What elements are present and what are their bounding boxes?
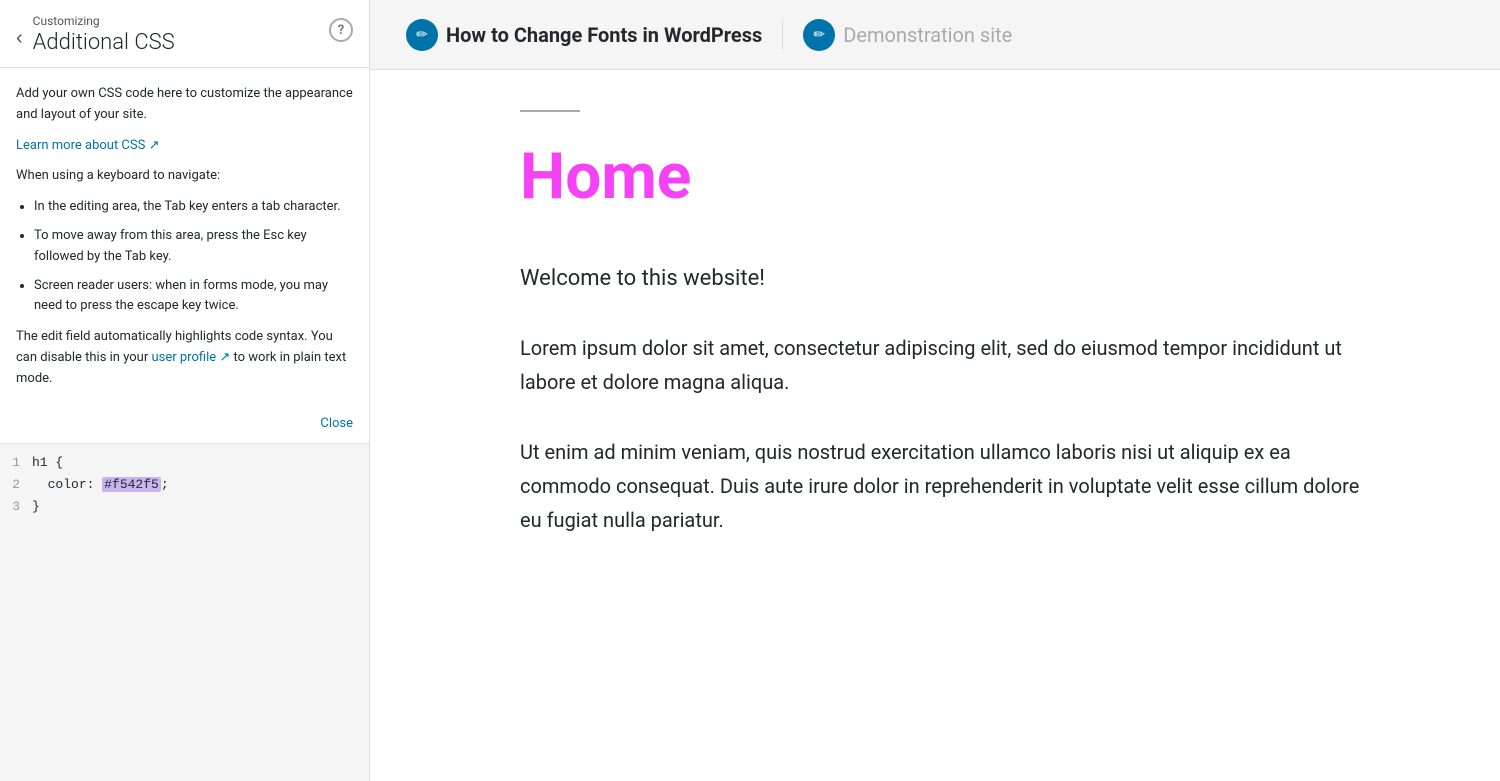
info-text-2: The edit field automatically highlights … [16,327,353,389]
line-number-2: 2 [8,474,20,496]
panel-header: ‹ Customizing Additional CSS ? [0,0,369,68]
panel-info: Add your own CSS code here to customize … [0,68,369,412]
right-panel: ✏ How to Change Fonts in WordPress ✏ Dem… [370,0,1500,781]
user-profile-link[interactable]: user profile ↗ [151,350,233,365]
user-profile-icon: ↗ [219,350,230,365]
edit-icon-1: ✏ [406,19,438,51]
toolbar-separator [782,20,783,50]
keyboard-bullets: In the editing area, the Tab key enters … [34,197,353,317]
code-line-1: h1 { [32,452,361,474]
line-numbers: 1 2 3 [0,452,32,518]
bullet-2: To move away from this area, press the E… [34,226,353,268]
learn-more-icon: ↗ [149,138,160,153]
customizing-label: Customizing [33,14,175,28]
preview-link-1[interactable]: ✏ How to Change Fonts in WordPress [390,11,778,59]
learn-more-paragraph: Learn more about CSS ↗ [16,136,353,157]
close-link[interactable]: Close [0,412,369,443]
preview-link-text-1: How to Change Fonts in WordPress [446,23,762,47]
panel-header-left: ‹ Customizing Additional CSS [16,14,175,55]
preview-link-2[interactable]: ✏ Demonstration site [787,11,1028,59]
preview-toolbar: ✏ How to Change Fonts in WordPress ✏ Dem… [370,0,1500,70]
edit-icon-2: ✏ [803,19,835,51]
code-content: h1 { color: #f542f5; } [32,452,369,518]
left-panel: ‹ Customizing Additional CSS ? Add your … [0,0,370,781]
line-number-1: 1 [8,452,20,474]
divider-line [520,110,580,112]
help-icon[interactable]: ? [329,18,353,42]
learn-more-link[interactable]: Learn more about CSS ↗ [16,138,159,153]
welcome-text: Welcome to this website! [520,262,1440,295]
preview-content: Home Welcome to this website! Lorem ipsu… [370,70,1500,781]
preview-link-text-2: Demonstration site [843,23,1012,47]
keyboard-label: When using a keyboard to navigate: [16,166,353,187]
code-line-3: } [32,496,361,518]
info-text-1: Add your own CSS code here to customize … [16,84,353,126]
panel-title-block: Customizing Additional CSS [33,14,175,55]
body-text-1: Lorem ipsum dolor sit amet, consectetur … [520,331,1380,399]
code-lines: 1 2 3 h1 { color: #f542f5; } [0,444,369,526]
home-heading: Home [520,142,1440,212]
bullet-3: Screen reader users: when in forms mode,… [34,276,353,318]
body-text-2: Ut enim ad minim veniam, quis nostrud ex… [520,435,1380,537]
panel-title: Additional CSS [33,30,175,55]
code-line-2: color: #f542f5; [32,474,361,496]
line-number-3: 3 [8,496,20,518]
bullet-1: In the editing area, the Tab key enters … [34,197,353,218]
code-editor[interactable]: 1 2 3 h1 { color: #f542f5; } [0,443,369,781]
back-button[interactable]: ‹ [16,28,23,48]
